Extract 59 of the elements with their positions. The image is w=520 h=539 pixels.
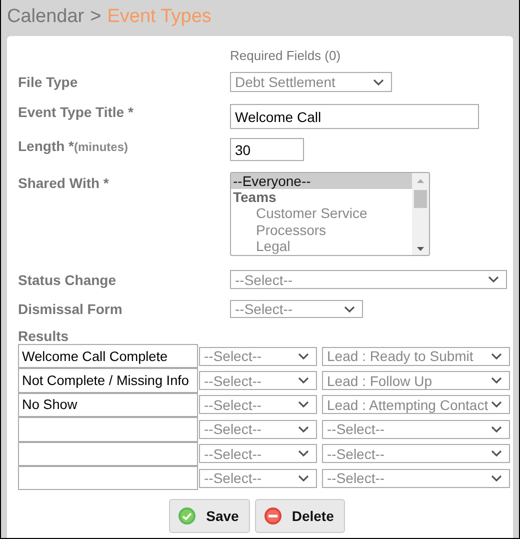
text-field[interactable]: Welcome Call (230, 104, 479, 129)
chevron-down-icon (298, 352, 309, 360)
chevron-down-icon (491, 474, 502, 482)
chevron-down-icon (491, 426, 502, 433)
breadcrumb-separator: > (90, 6, 102, 28)
required-fields-note: Required Fields (0) (230, 48, 341, 62)
chevron-down-icon (298, 377, 309, 384)
list-option[interactable]: Legal (231, 238, 412, 254)
chevron-down-icon (488, 276, 499, 283)
text-field[interactable] (18, 442, 198, 466)
dropdown[interactable]: --Select-- (230, 270, 507, 289)
dropdown[interactable]: --Select-- (199, 371, 317, 390)
list-option[interactable]: Processors (231, 222, 412, 238)
dropdown[interactable]: --Select-- (322, 468, 510, 488)
field-label: Results (18, 328, 70, 344)
field-label: File Type (18, 74, 79, 90)
breadcrumb-link[interactable]: Calendar (7, 6, 84, 28)
field-note: (minutes) (74, 140, 128, 154)
dropdown[interactable]: --Select-- (322, 420, 510, 439)
chevron-down-icon (298, 401, 309, 408)
delete-button[interactable]: Delete (254, 499, 345, 534)
chevron-down-icon (373, 78, 384, 86)
text-field[interactable]: Not Complete / Missing Info (18, 368, 198, 393)
chevron-down-icon (491, 352, 502, 360)
field-label: Shared With * (18, 174, 110, 191)
dropdown[interactable]: --Select-- (199, 420, 317, 439)
dropdown[interactable]: Lead : Ready to Submit (322, 346, 510, 366)
dropdown[interactable]: Lead : Follow Up (322, 371, 510, 390)
text-field[interactable]: No Show (18, 392, 198, 418)
dropdown[interactable]: --Select-- (230, 300, 363, 318)
field-label: Event Type Title * (18, 104, 134, 120)
chevron-down-icon (298, 474, 309, 482)
list-group-label: Teams (232, 189, 278, 206)
minus-icon (264, 507, 282, 526)
text-field[interactable] (18, 417, 198, 442)
dropdown[interactable]: --Select-- (199, 346, 317, 366)
chevron-down-icon (344, 306, 355, 312)
dropdown[interactable]: --Select-- (322, 444, 510, 464)
dropdown[interactable]: Lead : Attempting Contact (322, 395, 510, 414)
chevron-down-icon (298, 426, 309, 433)
field-label: Dismissal Form (18, 301, 124, 317)
chevron-down-icon (298, 450, 309, 458)
text-field[interactable] (18, 466, 198, 490)
text-field[interactable]: Welcome Call Complete (18, 344, 198, 368)
chevron-down-icon (491, 377, 502, 384)
dropdown[interactable]: --Select-- (199, 468, 317, 488)
checkmark-icon (178, 507, 196, 526)
field-label: Status Change (18, 272, 118, 288)
list-option[interactable]: --Everyone-- (231, 173, 412, 190)
chevron-down-icon (491, 450, 502, 458)
breadcrumb-current: Event Types (107, 6, 212, 28)
dropdown[interactable]: Debt Settlement (230, 72, 392, 92)
chevron-down-icon (491, 401, 502, 408)
save-button[interactable]: Save (169, 499, 250, 534)
text-field[interactable]: 30 (230, 138, 304, 161)
dropdown[interactable]: --Select-- (199, 395, 317, 414)
dropdown[interactable]: --Select-- (199, 444, 317, 464)
list-option[interactable]: Customer Service (231, 205, 412, 222)
field-label: Length * (18, 138, 74, 154)
